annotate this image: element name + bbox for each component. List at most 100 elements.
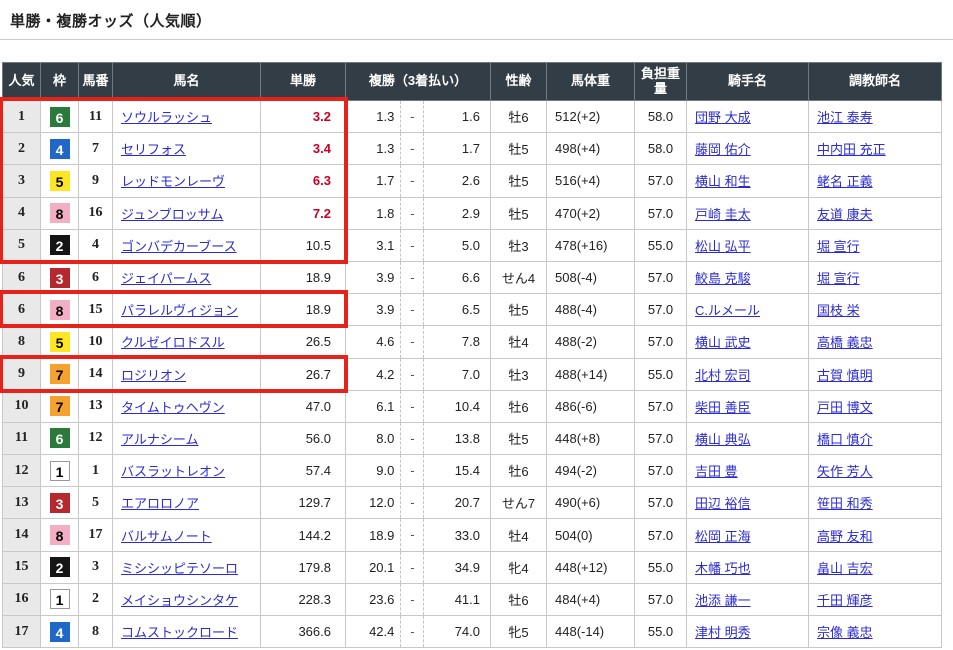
trainer-link[interactable]: 笹田 和秀 [817,496,873,511]
carried-weight-cell: 55.0 [635,551,687,583]
table-row: 359レッドモンレーヴ6.31.7-2.6牡5516(+4)57.0横山 和生蛯… [3,165,942,197]
jockey-cell: 柴田 善臣 [687,390,809,422]
carried-weight-cell: 57.0 [635,583,687,615]
horse-name-link[interactable]: バルサムノート [121,529,212,544]
trainer-link[interactable]: 橋口 慎介 [817,432,873,447]
horse-name-link[interactable]: ロジリオン [121,368,186,383]
horse-name-link[interactable]: セリフォス [121,142,186,157]
win-odds-cell: 3.2 [261,101,346,133]
jockey-link[interactable]: 横山 典弘 [695,432,751,447]
place-odds-cell: 3.9-6.6 [346,261,491,293]
place-odds-separator: - [400,584,424,615]
jockey-link[interactable]: 横山 和生 [695,174,751,189]
horse-name-link[interactable]: コムストックロード [121,625,238,640]
horse-name-link[interactable]: ジュンブロッサム [121,207,223,222]
horse-number-cell: 15 [79,294,113,326]
jockey-cell: 団野 大成 [687,101,809,133]
frame-badge: 4 [50,622,70,642]
trainer-link[interactable]: 宗像 義忠 [817,625,873,640]
horse-name-cell: バルサムノート [113,519,261,551]
horse-name-link[interactable]: ジェイパームス [121,271,211,286]
jockey-link[interactable]: 津村 明秀 [695,625,751,640]
horse-number-cell: 9 [79,165,113,197]
jockey-cell: 池添 謙一 [687,583,809,615]
trainer-cell: 戸田 博文 [809,390,942,422]
carried-weight-cell: 57.0 [635,422,687,454]
jockey-cell: 北村 宏司 [687,358,809,390]
horse-number-cell: 6 [79,261,113,293]
place-odds-cell: 9.0-15.4 [346,455,491,487]
trainer-link[interactable]: 友道 康夫 [817,207,873,222]
jockey-link[interactable]: 団野 大成 [695,110,751,125]
jockey-link[interactable]: 横山 武史 [695,335,751,350]
jockey-cell: 吉田 豊 [687,455,809,487]
jockey-link[interactable]: 木幡 巧也 [695,561,751,576]
jockey-link[interactable]: 北村 宏司 [695,368,751,383]
trainer-link[interactable]: 畠山 吉宏 [817,561,873,576]
trainer-cell: 千田 輝彦 [809,583,942,615]
horse-name-link[interactable]: メイショウシンタケ [121,593,238,608]
col-header-horse-name: 馬名 [113,63,261,101]
frame-cell: 4 [41,133,79,165]
col-header-trainer: 調教師名 [809,63,942,101]
jockey-link[interactable]: C.ルメール [695,303,760,318]
trainer-cell: 堀 宣行 [809,229,942,261]
trainer-link[interactable]: 千田 輝彦 [817,593,873,608]
jockey-link[interactable]: 藤岡 佑介 [695,142,751,157]
horse-name-link[interactable]: ソウルラッシュ [121,110,212,125]
place-odds-max: 7.0 [424,367,490,382]
trainer-link[interactable]: 高橋 義忠 [817,335,873,350]
horse-name-link[interactable]: レッドモンレーヴ [121,174,225,189]
trainer-link[interactable]: 戸田 博文 [817,400,873,415]
trainer-link[interactable]: 国枝 栄 [817,303,860,318]
place-odds-max: 41.1 [424,592,490,607]
jockey-link[interactable]: 柴田 善臣 [695,400,751,415]
trainer-link[interactable]: 池江 泰寿 [817,110,873,125]
place-odds-separator: - [400,294,424,325]
horse-name-link[interactable]: クルゼイロドスル [121,335,225,350]
place-odds-range: 1.7-2.6 [346,165,490,196]
horse-name-cell: コムストックロード [113,616,261,648]
frame-badge: 1 [50,461,70,481]
table-row: 1211バスラットレオン57.49.0-15.4牡6494(-2)57.0吉田 … [3,455,942,487]
trainer-link[interactable]: 蛯名 正義 [817,174,873,189]
horse-name-link[interactable]: パラレルヴィジョン [121,303,238,318]
horse-name-cell: エアロロノア [113,487,261,519]
frame-cell: 1 [41,583,79,615]
jockey-link[interactable]: 田辺 裕信 [695,496,751,511]
place-odds-max: 7.8 [424,334,490,349]
horse-name-link[interactable]: エアロロノア [121,496,199,511]
jockey-link[interactable]: 池添 謙一 [695,593,751,608]
col-header-carried-weight: 負担重量 [635,63,687,101]
jockey-link[interactable]: 戸崎 圭太 [695,207,751,222]
horse-name-link[interactable]: ゴンバデカーブース [121,239,237,254]
jockey-link[interactable]: 松山 弘平 [695,239,751,254]
jockey-link[interactable]: 鮫島 克駿 [695,271,751,286]
horse-name-link[interactable]: アルナシーム [121,432,198,447]
trainer-link[interactable]: 中内田 充正 [817,142,886,157]
jockey-link[interactable]: 松岡 正海 [695,529,751,544]
place-odds-separator: - [400,198,424,229]
horse-number-cell: 5 [79,487,113,519]
table-row: 1611ソウルラッシュ3.21.3-1.6牡6512(+2)58.0団野 大成池… [3,101,942,133]
trainer-link[interactable]: 古賀 慎明 [817,368,873,383]
horse-name-link[interactable]: バスラットレオン [121,464,225,479]
jockey-cell: 横山 武史 [687,326,809,358]
jockey-cell: 田辺 裕信 [687,487,809,519]
horse-number-cell: 4 [79,229,113,261]
odds-table: 人気 枠 馬番 馬名 単勝 複勝（3着払い） 性齢 馬体重 負担重量 騎手名 調… [2,62,942,648]
horse-weight-cell: 504(0) [547,519,635,551]
trainer-link[interactable]: 堀 宣行 [817,271,860,286]
horse-name-link[interactable]: ミシシッピテソーロ [121,561,238,576]
horse-name-link[interactable]: タイムトゥヘヴン [121,400,225,415]
jockey-link[interactable]: 吉田 豊 [695,464,738,479]
col-header-rank: 人気 [3,63,41,101]
trainer-link[interactable]: 堀 宣行 [817,239,860,254]
place-odds-max: 1.6 [424,109,490,124]
trainer-link[interactable]: 高野 友和 [817,529,873,544]
win-odds-cell: 26.5 [261,326,346,358]
trainer-link[interactable]: 矢作 芳人 [817,464,873,479]
place-odds-max: 15.4 [424,463,490,478]
col-header-sex-age: 性齢 [491,63,547,101]
place-odds-min: 3.9 [346,270,400,285]
